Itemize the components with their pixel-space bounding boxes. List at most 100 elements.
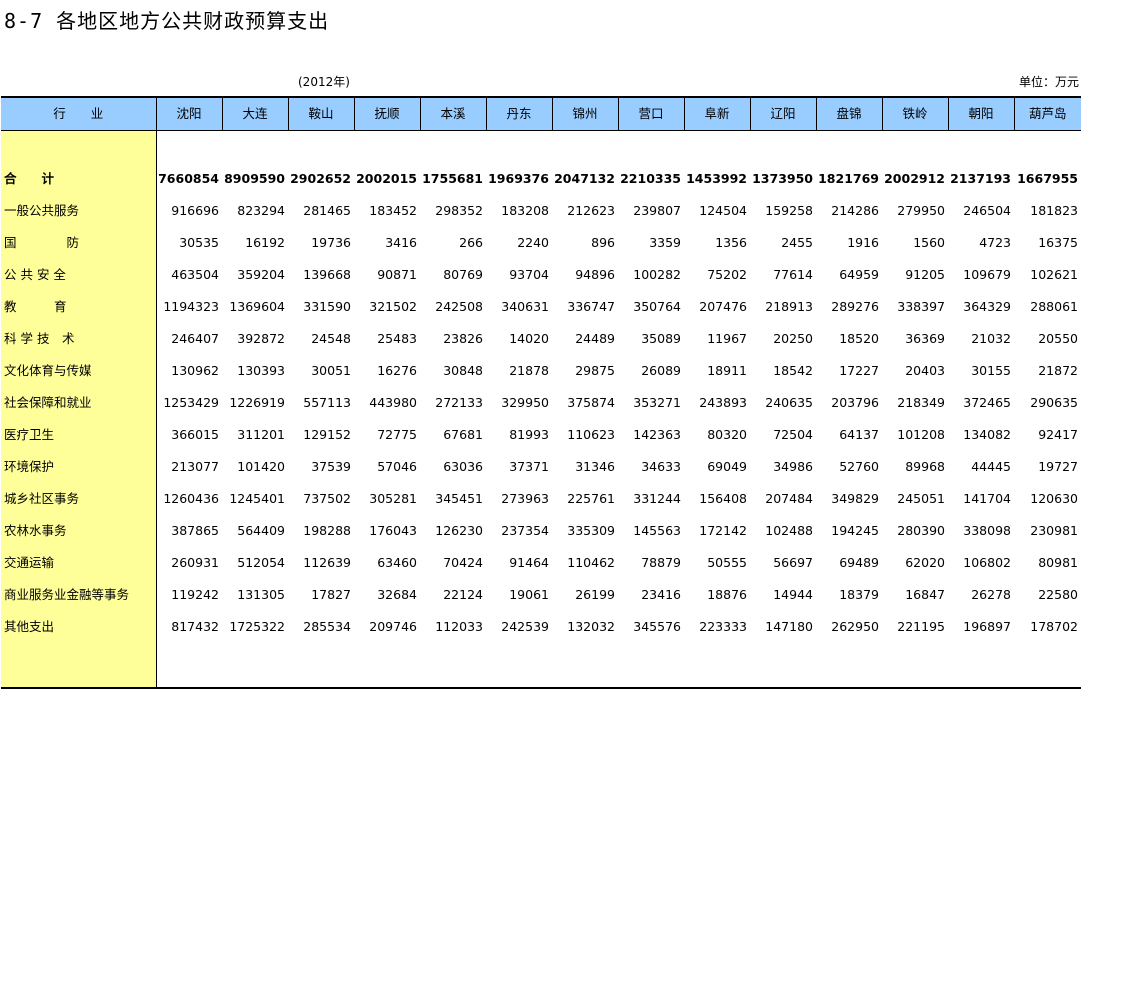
row-label (1, 130, 157, 163)
value-cell: 288061 (1030, 299, 1078, 314)
value-cell: 124504 (699, 203, 747, 218)
row-label (1, 643, 157, 689)
value-cell: 131305 (237, 587, 285, 602)
value-cell: 20250 (773, 331, 813, 346)
value-cell: 272133 (435, 395, 483, 410)
value-cell: 305281 (369, 491, 417, 506)
value-cell: 64137 (839, 427, 879, 442)
value-cell: 100282 (633, 267, 681, 282)
value-cell: 34633 (641, 459, 681, 474)
value-cell: 69489 (839, 555, 879, 570)
value-cell: 1969376 (488, 171, 549, 186)
value-cell: 223333 (699, 619, 747, 634)
value-cell: 112639 (303, 555, 351, 570)
value-cell: 1356 (715, 235, 747, 250)
header-city: 大连 (221, 96, 288, 131)
value-cell: 207484 (765, 491, 813, 506)
value-cell: 90871 (377, 267, 417, 282)
value-cell: 89968 (905, 459, 945, 474)
table-row: 商业服务业金融等事务 119242 131305 17827 32684 22124 190… (1, 579, 1081, 611)
value-cell: 345576 (633, 619, 681, 634)
row-label: 医疗卫生 (1, 419, 157, 451)
value-cell: 285534 (303, 619, 351, 634)
row-label: 社会保障和就业 (1, 387, 157, 419)
value-cell: 203796 (831, 395, 879, 410)
value-cell: 2047132 (554, 171, 615, 186)
value-cell: 237354 (501, 523, 549, 538)
row-label: 交通运输 (1, 547, 157, 579)
value-cell: 106802 (963, 555, 1011, 570)
value-cell: 281465 (303, 203, 351, 218)
value-cell: 119242 (171, 587, 219, 602)
value-cell: 22124 (443, 587, 483, 602)
value-cell: 18876 (707, 587, 747, 602)
value-cell: 75202 (707, 267, 747, 282)
value-cell: 102621 (1030, 267, 1078, 282)
value-cell: 81993 (509, 427, 549, 442)
value-cell: 266 (459, 235, 483, 250)
value-cell: 178702 (1030, 619, 1078, 634)
value-cell: 1821769 (818, 171, 879, 186)
value-cell: 340631 (501, 299, 549, 314)
table-row: 国 防 30535 16192 19736 3416 266 2240 896 3359 1356… (1, 227, 1081, 259)
value-cell: 1725322 (229, 619, 285, 634)
value-cell: 198288 (303, 523, 351, 538)
value-cell: 91205 (905, 267, 945, 282)
value-cell: 737502 (303, 491, 351, 506)
table-row: 农林水事务 387865 564409 198288 176043 126230 23735… (1, 515, 1081, 547)
value-cell: 142363 (633, 427, 681, 442)
value-cell: 239807 (633, 203, 681, 218)
value-cell: 279950 (897, 203, 945, 218)
value-cell: 20403 (905, 363, 945, 378)
header-city: 锦州 (551, 96, 618, 131)
header-city: 盘锦 (815, 96, 882, 131)
value-cell: 14020 (509, 331, 549, 346)
value-cell: 44445 (971, 459, 1011, 474)
row-label: 城乡社区事务 (1, 483, 157, 515)
value-cell: 63460 (377, 555, 417, 570)
value-cell: 50555 (707, 555, 747, 570)
value-cell: 298352 (435, 203, 483, 218)
header-city: 葫芦岛 (1013, 96, 1081, 131)
header-row-label: 行 业 (1, 96, 156, 131)
value-cell: 246504 (963, 203, 1011, 218)
value-cell: 8909590 (224, 171, 285, 186)
value-cell: 366015 (171, 427, 219, 442)
value-cell: 145563 (633, 523, 681, 538)
value-cell: 338098 (963, 523, 1011, 538)
total-row: 合 计 7660854 8909590 2902652 2002015 1755681 19… (1, 163, 1081, 195)
value-cell: 183208 (501, 203, 549, 218)
value-cell: 24548 (311, 331, 351, 346)
header-city: 鞍山 (287, 96, 354, 131)
value-cell: 130962 (171, 363, 219, 378)
value-cell: 280390 (897, 523, 945, 538)
value-cell: 20550 (1038, 331, 1078, 346)
value-cell: 30848 (443, 363, 483, 378)
value-cell: 916696 (171, 203, 219, 218)
value-cell: 1560 (913, 235, 945, 250)
value-cell: 196897 (963, 619, 1011, 634)
table-row: 科 学 技 术 246407 392872 24548 25483 23826 14020 2… (1, 323, 1081, 355)
value-cell: 338397 (897, 299, 945, 314)
value-cell: 1245401 (229, 491, 285, 506)
value-cell: 359204 (237, 267, 285, 282)
value-cell: 16192 (245, 235, 285, 250)
value-cell: 230981 (1030, 523, 1078, 538)
row-label: 环境保护 (1, 451, 157, 483)
value-cell: 64959 (839, 267, 879, 282)
header-city: 朝阳 (947, 96, 1014, 131)
value-cell: 321502 (369, 299, 417, 314)
value-cell: 1755681 (422, 171, 483, 186)
value-cell: 101420 (237, 459, 285, 474)
value-cell: 2002015 (356, 171, 417, 186)
value-cell: 353271 (633, 395, 681, 410)
spacer-row (1, 130, 1081, 163)
value-cell: 110623 (567, 427, 615, 442)
row-label: 商业服务业金融等事务 (1, 579, 157, 611)
value-cell: 1226919 (229, 395, 285, 410)
value-cell: 94896 (575, 267, 615, 282)
header-city: 丹东 (485, 96, 552, 131)
value-cell: 336747 (567, 299, 615, 314)
header-city: 本溪 (419, 96, 486, 131)
value-cell: 375874 (567, 395, 615, 410)
